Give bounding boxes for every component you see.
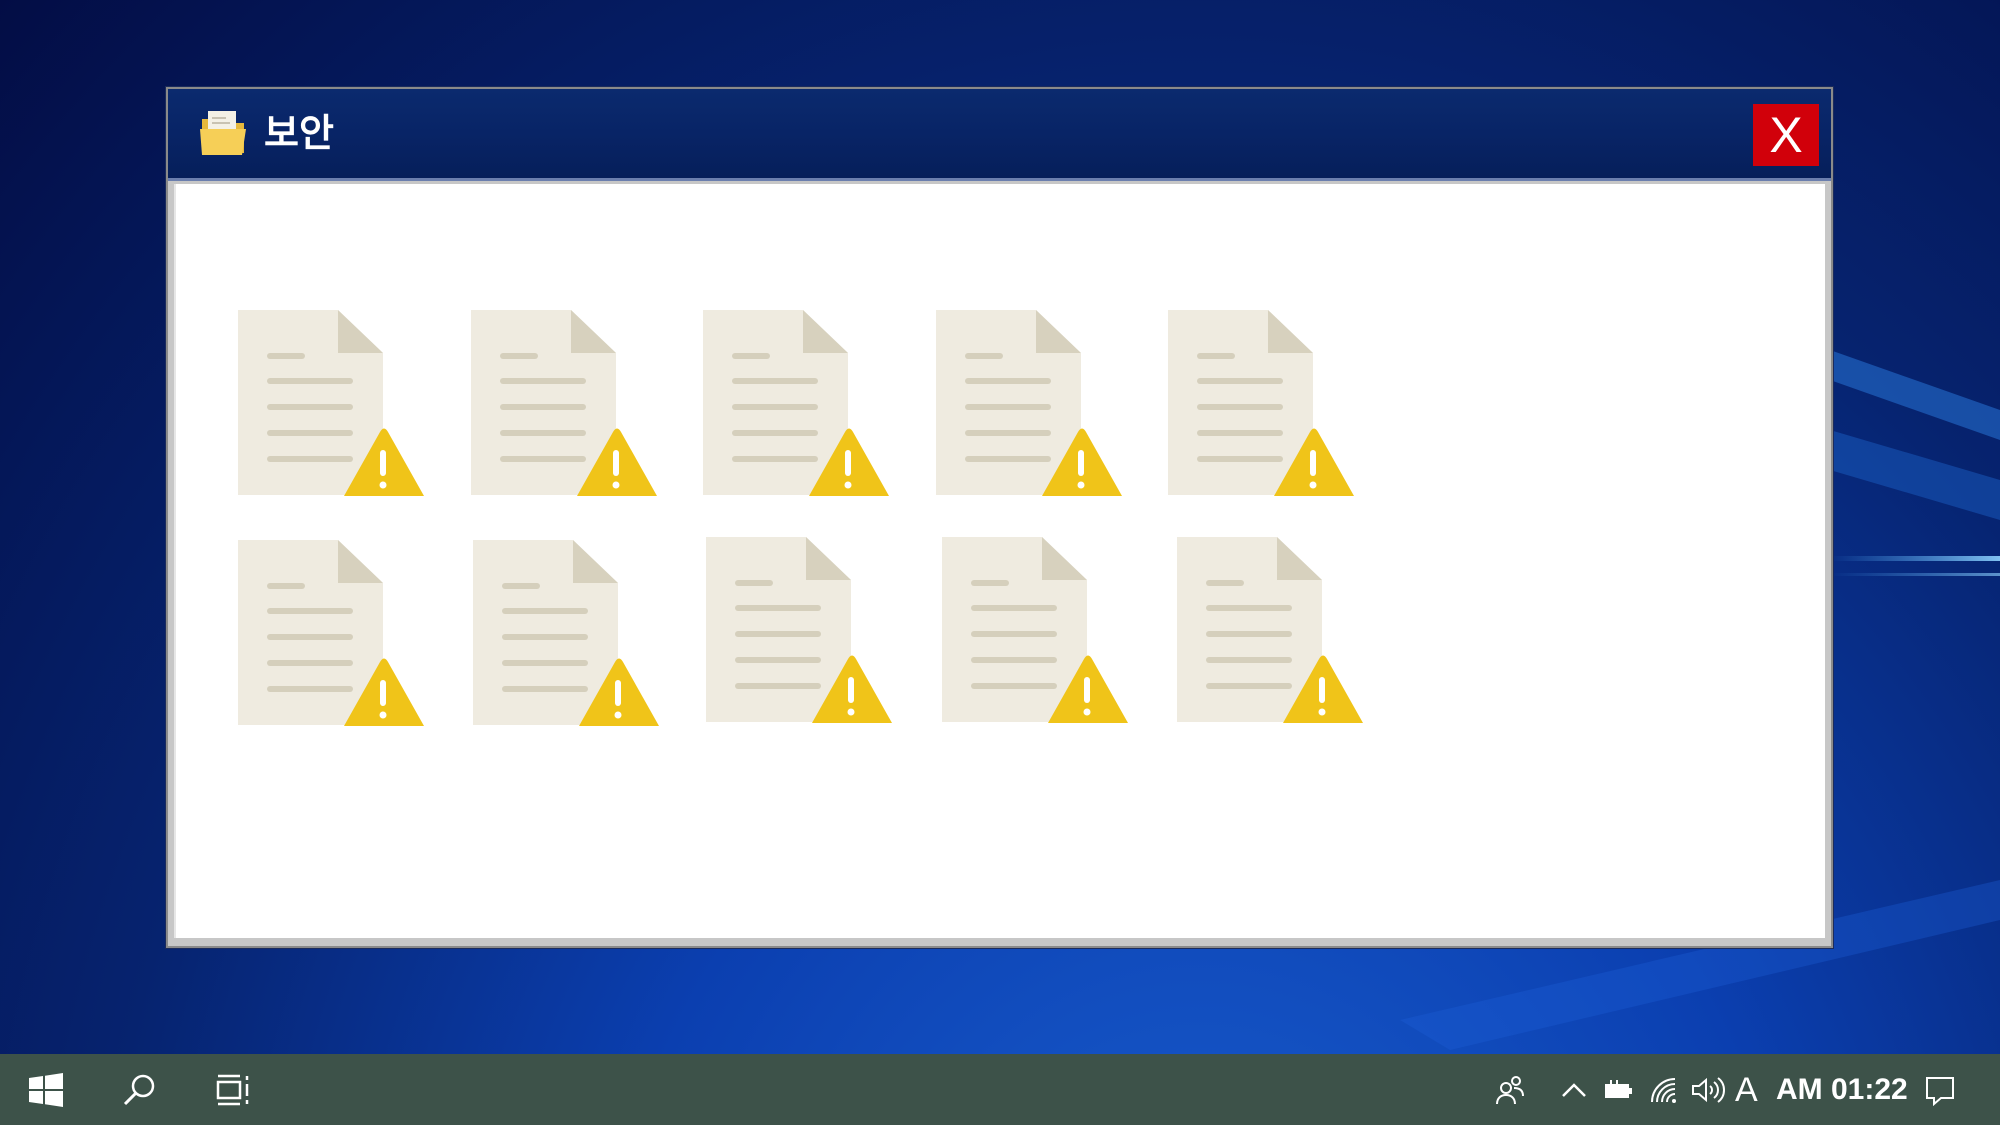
file-warning-icon[interactable]: [703, 310, 893, 500]
task-view-icon: [216, 1074, 249, 1105]
people-button[interactable]: [1490, 1068, 1530, 1112]
network-button[interactable]: [1646, 1068, 1682, 1112]
window-content: [174, 184, 1825, 938]
search-button[interactable]: [100, 1054, 180, 1125]
close-button[interactable]: X: [1753, 104, 1819, 166]
volume-button[interactable]: [1688, 1068, 1728, 1112]
folder-icon: [200, 111, 246, 155]
start-button[interactable]: [6, 1054, 86, 1125]
window-title: 보안: [264, 111, 334, 155]
action-center-button[interactable]: [1920, 1068, 1960, 1112]
file-warning-icon[interactable]: [706, 537, 896, 727]
search-icon: [123, 1074, 155, 1105]
show-hidden-icons-button[interactable]: [1556, 1068, 1592, 1112]
file-warning-icon[interactable]: [238, 310, 428, 500]
taskbar: A AM 01:22: [0, 1054, 2000, 1125]
window-titlebar[interactable]: 보안 X: [168, 89, 1831, 181]
chevron-up-icon: [1562, 1083, 1586, 1097]
file-warning-icon[interactable]: [473, 540, 663, 730]
file-warning-icon[interactable]: [942, 537, 1132, 727]
file-warning-icon[interactable]: [1177, 537, 1367, 727]
volume-icon: [1692, 1077, 1725, 1103]
task-view-button[interactable]: [194, 1054, 274, 1125]
input-method-indicator[interactable]: A: [1735, 1054, 1758, 1125]
battery-icon: [1605, 1080, 1632, 1098]
battery-button[interactable]: [1600, 1068, 1636, 1112]
desktop: 보안 X A AM 01:22: [0, 0, 2000, 1125]
file-warning-icon[interactable]: [1168, 310, 1358, 500]
notification-icon: [1926, 1077, 1954, 1106]
file-warning-icon[interactable]: [936, 310, 1126, 500]
windows-logo-icon: [29, 1072, 63, 1107]
security-window: 보안 X: [166, 87, 1833, 948]
wifi-icon: [1651, 1078, 1676, 1103]
file-warning-icon[interactable]: [471, 310, 661, 500]
clock[interactable]: AM 01:22: [1776, 1054, 1908, 1125]
file-warning-icon[interactable]: [238, 540, 428, 730]
people-icon: [1496, 1076, 1524, 1105]
